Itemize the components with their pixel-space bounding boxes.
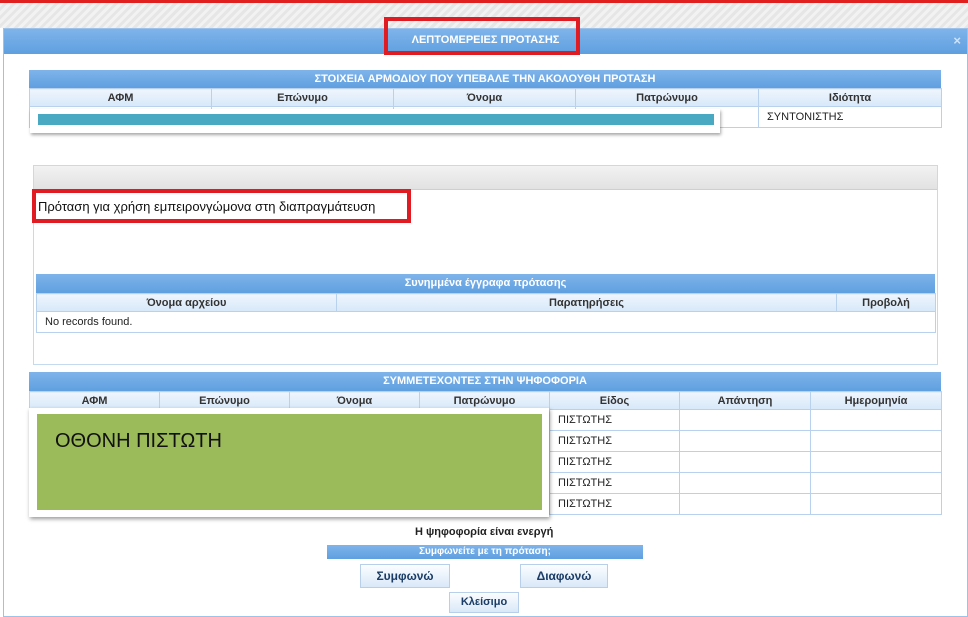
col-header-father-name: Πατρώνυμο [575,88,759,107]
voting-status: Η ψηφοφορία είναι ενεργή [415,526,554,538]
col-header-date: Ημερομηνία [810,391,942,410]
agree-button[interactable]: Συμφωνώ [360,564,450,588]
cell-type: ΠΙΣΤΩΤΗΣ [549,472,680,494]
title-highlight-box [384,17,580,55]
creditor-screen-label: ΟΘΟΝΗ ΠΙΣΤΩΤΗ [37,414,542,510]
proposal-highlight-box [32,189,411,223]
submitter-heading: ΣΤΟΙΧΕΙΑ ΑΡΜΟΔΙΟΥ ΠΟΥ ΥΠΕΒΑΛΕ ΤΗΝ ΑΚΟΛΟΥ… [29,70,941,88]
cell-role: ΣΥΝΤΟΝΙΣΤΗΣ [758,106,942,128]
voters-heading: ΣΥΜΜΕΤΕΧΟΝΤΕΣ ΣΤΗΝ ΨΗΦΟΦΟΡΙΑ [29,372,941,391]
col-header-view: Προβολή [836,293,936,312]
col-header-answer: Απάντηση [679,391,811,410]
redaction-fill [38,114,714,125]
col-header-filename: Όνομα αρχείου [36,293,337,312]
voting-question: Συμφωνείτε με τη πρόταση; [327,545,643,559]
col-header-father-name: Πατρώνυμο [419,391,550,410]
col-header-afm: ΑΦΜ [29,88,212,107]
col-header-surname: Επώνυμο [211,88,394,107]
cell-type: ΠΙΣΤΩΤΗΣ [549,451,680,473]
disagree-button[interactable]: Διαφωνώ [520,564,608,588]
table-row: No records found. [36,311,936,333]
redaction-bar [30,109,720,133]
proposal-panel-header [34,166,937,190]
cell-type: ΠΙΣΤΩΤΗΣ [549,409,680,431]
col-header-role: Ιδιότητα [758,88,942,107]
col-header-name: Όνομα [393,88,576,107]
col-header-afm: ΑΦΜ [29,391,160,410]
col-header-surname: Επώνυμο [159,391,290,410]
creditor-screen-overlay: ΟΘΟΝΗ ΠΙΣΤΩΤΗ [29,408,549,517]
attachments-table: Όνομα αρχείου Παρατηρήσεις Προβολή No re… [36,293,936,333]
cell-type: ΠΙΣΤΩΤΗΣ [549,430,680,452]
cell-type: ΠΙΣΤΩΤΗΣ [549,493,680,515]
close-button[interactable]: Κλείσιμο [449,592,519,613]
col-header-remarks: Παρατηρήσεις [336,293,837,312]
empty-message: No records found. [36,311,936,333]
attachments-heading: Συνημμένα έγγραφα πρότασης [36,274,935,293]
close-icon[interactable]: × [953,34,961,47]
col-header-type: Είδος [549,391,680,410]
col-header-name: Όνομα [289,391,420,410]
